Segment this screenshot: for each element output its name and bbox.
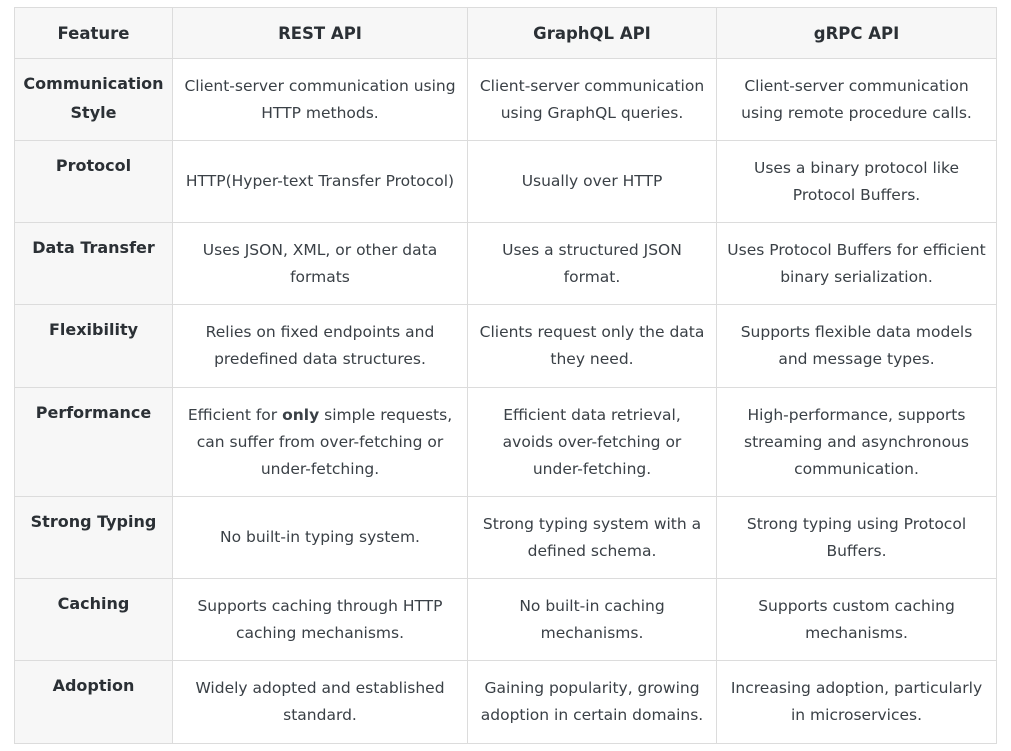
rest-cell: Uses JSON, XML, or other data formats <box>172 222 468 305</box>
grpc-cell: Uses a binary protocol like Protocol Buf… <box>716 140 997 223</box>
table-row: Protocol HTTP(Hyper-text Transfer Protoc… <box>14 140 997 223</box>
feature-cell: Performance <box>14 387 173 497</box>
rest-text-pre: Efficient for <box>187 405 283 424</box>
grpc-cell: Client-server communication using remote… <box>716 58 997 141</box>
rest-cell: Widely adopted and established standard. <box>172 660 468 744</box>
grpc-cell: High-performance, supports streaming and… <box>716 387 997 497</box>
graphql-cell: Uses a structured JSON format. <box>467 222 717 305</box>
grpc-cell: Strong typing using Protocol Buffers. <box>716 496 997 579</box>
table-row: Caching Supports caching through HTTP ca… <box>14 578 997 661</box>
rest-text-emphasis: only <box>282 405 320 424</box>
feature-cell: Flexibility <box>14 304 173 388</box>
feature-cell: Data Transfer <box>14 222 173 305</box>
table-row: Adoption Widely adopted and established … <box>14 660 997 744</box>
table-row: Performance Efficient for only simple re… <box>14 387 997 497</box>
graphql-cell: Efficient data retrieval, avoids over-fe… <box>467 387 717 497</box>
table-row: Communication Style Client-server commun… <box>14 58 997 141</box>
grpc-cell: Supports flexible data models and messag… <box>716 304 997 388</box>
feature-cell: Communication Style <box>14 58 173 141</box>
header-graphql: GraphQL API <box>467 7 717 59</box>
api-comparison-table: Feature REST API GraphQL API gRPC API Co… <box>14 7 997 744</box>
grpc-cell: Supports custom caching mechanisms. <box>716 578 997 661</box>
header-row: Feature REST API GraphQL API gRPC API <box>14 7 997 59</box>
header-grpc: gRPC API <box>716 7 997 59</box>
graphql-cell: No built-in caching mechanisms. <box>467 578 717 661</box>
feature-cell: Strong Typing <box>14 496 173 579</box>
grpc-cell: Increasing adoption, particularly in mic… <box>716 660 997 744</box>
graphql-cell: Client-server communication using GraphQ… <box>467 58 717 141</box>
feature-cell: Adoption <box>14 660 173 744</box>
graphql-cell: Gaining popularity, growing adoption in … <box>467 660 717 744</box>
header-rest: REST API <box>172 7 468 59</box>
rest-cell: Efficient for only simple requests, can … <box>172 387 468 497</box>
header-feature: Feature <box>14 7 173 59</box>
table-row: Data Transfer Uses JSON, XML, or other d… <box>14 222 997 305</box>
feature-cell: Protocol <box>14 140 173 223</box>
rest-cell: Client-server communication using HTTP m… <box>172 58 468 141</box>
rest-cell: Relies on fixed endpoints and predefined… <box>172 304 468 388</box>
graphql-cell: Clients request only the data they need. <box>467 304 717 388</box>
table-row: Flexibility Relies on fixed endpoints an… <box>14 304 997 388</box>
graphql-cell: Strong typing system with a defined sche… <box>467 496 717 579</box>
rest-cell: Supports caching through HTTP caching me… <box>172 578 468 661</box>
grpc-cell: Uses Protocol Buffers for efficient bina… <box>716 222 997 305</box>
table-row: Strong Typing No built-in typing system.… <box>14 496 997 579</box>
feature-cell: Caching <box>14 578 173 661</box>
rest-cell: HTTP(Hyper-text Transfer Protocol) <box>172 140 468 223</box>
rest-cell: No built-in typing system. <box>172 496 468 579</box>
graphql-cell: Usually over HTTP <box>467 140 717 223</box>
